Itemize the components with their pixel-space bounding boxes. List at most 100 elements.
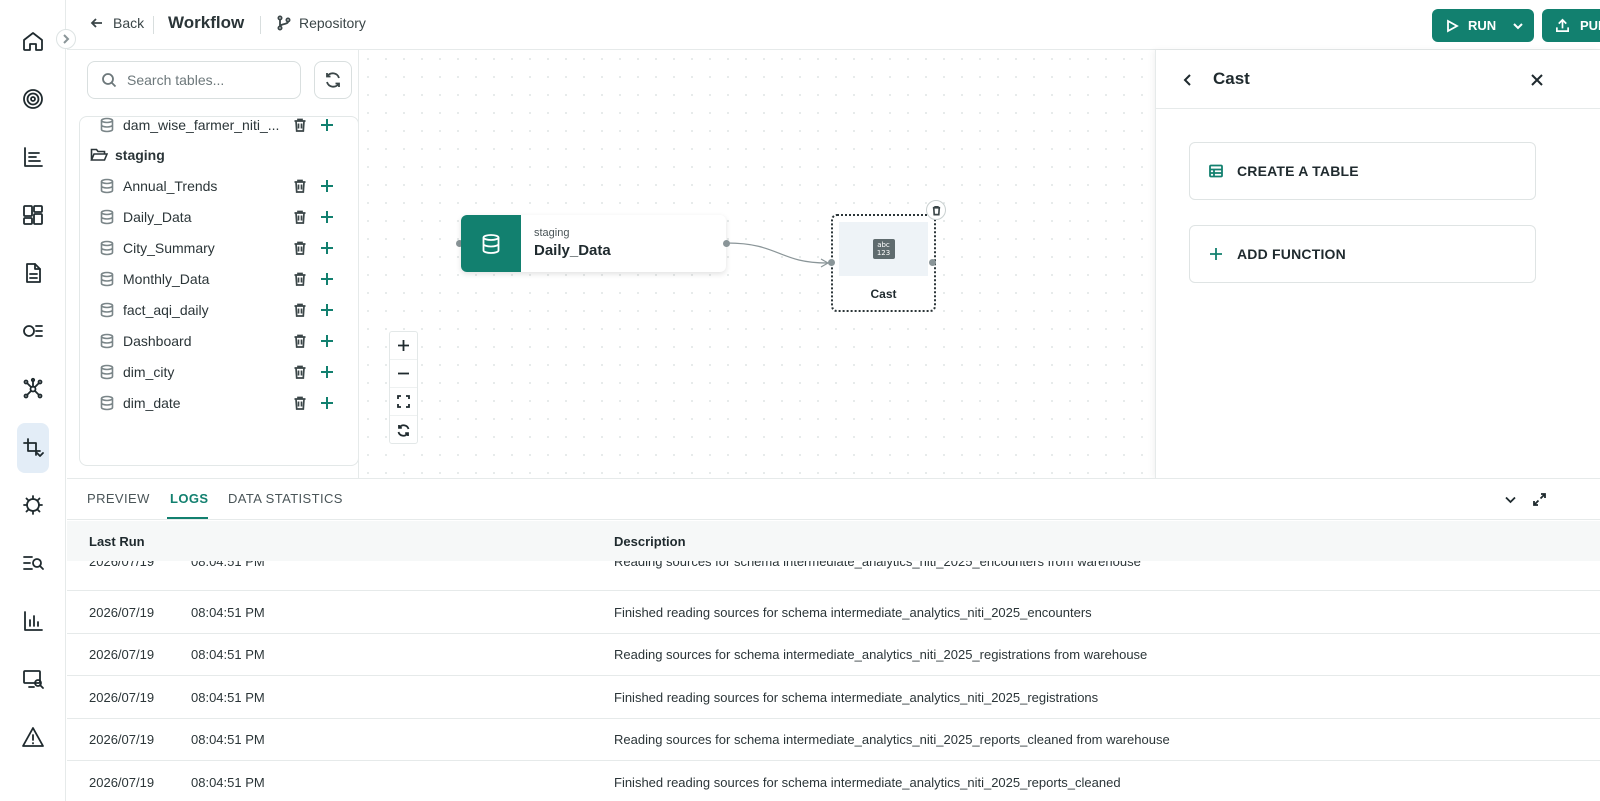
search-input[interactable]	[127, 72, 297, 88]
list-item[interactable]: Dashboard	[80, 327, 358, 355]
trash-icon[interactable]	[292, 395, 308, 411]
plus-icon[interactable]	[319, 395, 335, 411]
zoom-in-button[interactable]	[390, 332, 417, 360]
search-box[interactable]	[87, 61, 301, 99]
add-function-label: ADD FUNCTION	[1237, 246, 1346, 262]
fit-screen-icon	[397, 395, 410, 408]
table-row[interactable]: 2026/07/19 08:04:51 PM Finished reading so…	[67, 676, 1600, 719]
refresh-button[interactable]	[314, 61, 352, 99]
log-description: Finished reading sources for schema inte…	[614, 774, 1121, 790]
trash-icon[interactable]	[292, 178, 308, 194]
table-row[interactable]: 2026/07/19 08:04:51 PM Finished reading so…	[67, 761, 1600, 801]
database-icon	[100, 302, 114, 318]
panel-title: Cast	[1213, 69, 1250, 88]
list-chart-icon[interactable]	[17, 141, 49, 173]
folder-staging[interactable]: staging	[80, 141, 358, 169]
node-output-port[interactable]	[929, 259, 936, 266]
log-time: 08:04:51 PM	[191, 689, 265, 705]
list-item[interactable]: City_Summary	[80, 234, 358, 262]
table-name: Annual_Trends	[123, 178, 218, 194]
plus-icon[interactable]	[319, 333, 335, 349]
cast-node[interactable]: abc 123 Cast	[831, 214, 936, 312]
bar-chart-icon[interactable]	[17, 605, 49, 637]
collapse-toggle[interactable]	[56, 29, 76, 49]
dashboard-icon[interactable]	[17, 199, 49, 231]
table-row[interactable]: 2026/07/19 08:04:51 PM Finished reading so…	[67, 591, 1600, 634]
log-date: 2026/07/19	[89, 561, 155, 569]
warning-icon[interactable]	[17, 721, 49, 753]
tab-data-statistics[interactable]: DATA STATISTICS	[228, 491, 343, 506]
trash-icon[interactable]	[292, 302, 308, 318]
table-row[interactable]: 2026/07/19 08:04:51 PM Reading sources for…	[67, 633, 1600, 676]
panel-header: Cast	[1156, 50, 1600, 109]
node-output-port[interactable]	[723, 240, 730, 247]
logs-table-header: Last Run Description	[67, 521, 1600, 561]
network-icon[interactable]	[17, 373, 49, 405]
tab-logs[interactable]: LOGS	[170, 491, 208, 506]
node-input-port[interactable]	[828, 259, 835, 266]
list-item[interactable]: dim_city	[80, 358, 358, 386]
target-icon[interactable]	[17, 83, 49, 115]
reset-view-button[interactable]	[390, 416, 417, 444]
trash-icon[interactable]	[292, 364, 308, 380]
log-date: 2026/07/19	[89, 689, 155, 705]
source-node[interactable]: staging Daily_Data	[461, 215, 726, 272]
plus-icon[interactable]	[319, 240, 335, 256]
plus-icon[interactable]	[319, 209, 335, 225]
tab-preview[interactable]: PREVIEW	[87, 491, 150, 506]
chevron-left-icon[interactable]	[1180, 72, 1196, 88]
search-icon	[102, 73, 117, 88]
chevron-down-icon[interactable]	[1503, 492, 1518, 507]
table-row[interactable]: 2026/07/19 08:04:51 PM Reading sources for…	[67, 718, 1600, 761]
create-table-button[interactable]: CREATE A TABLE	[1189, 142, 1536, 200]
list-item[interactable]: Daily_Data	[80, 203, 358, 231]
bug-icon[interactable]	[17, 489, 49, 521]
trash-icon[interactable]	[292, 271, 308, 287]
plus-icon[interactable]	[319, 302, 335, 318]
chevron-right-icon	[63, 34, 70, 44]
plus-icon	[398, 340, 409, 351]
trash-icon[interactable]	[292, 240, 308, 256]
list-item[interactable]: Monthly_Data	[80, 265, 358, 293]
zoom-out-button[interactable]	[390, 360, 417, 388]
pipeline-icon[interactable]	[17, 315, 49, 347]
monitor-search-icon[interactable]	[17, 663, 49, 695]
plus-icon[interactable]	[319, 271, 335, 287]
log-description: Reading sources for schema intermediate_…	[614, 561, 1141, 569]
delete-node-button[interactable]	[926, 200, 946, 220]
list-item[interactable]: fact_aqi_daily	[80, 296, 358, 324]
list-item[interactable]: Annual_Trends	[80, 172, 358, 200]
plus-icon[interactable]	[319, 178, 335, 194]
trash-icon[interactable]	[292, 209, 308, 225]
plus-icon[interactable]	[319, 117, 335, 133]
fit-view-button[interactable]	[390, 388, 417, 416]
back-button[interactable]: Back	[89, 15, 144, 31]
zoom-controls	[389, 331, 418, 444]
add-function-button[interactable]: ADD FUNCTION	[1189, 225, 1536, 283]
plus-icon	[1210, 248, 1222, 260]
home-icon[interactable]	[17, 25, 49, 57]
log-description: Reading sources for schema intermediate_…	[614, 647, 1148, 662]
log-time: 08:04:51 PM	[191, 647, 265, 662]
list-item[interactable]: dim_date	[80, 389, 358, 417]
transform-icon[interactable]	[17, 423, 49, 473]
workflow-canvas[interactable]: staging Daily_Data abc 123 Cast	[358, 50, 1155, 478]
publish-button[interactable]: PUBLISH	[1542, 9, 1600, 42]
trash-icon[interactable]	[292, 117, 308, 133]
database-icon	[100, 364, 114, 380]
expand-icon[interactable]	[1532, 492, 1547, 507]
document-icon[interactable]	[17, 257, 49, 289]
play-icon	[1447, 18, 1459, 33]
table-name: dam_wise_farmer_niti_...	[123, 117, 280, 133]
table-row[interactable]: 2026/07/19 08:04:51 PM Reading sources for…	[67, 561, 1600, 591]
repository-link[interactable]: Repository	[276, 15, 366, 31]
log-time: 08:04:51 PM	[191, 604, 265, 620]
close-icon[interactable]	[1529, 72, 1545, 88]
list-item[interactable]: dam_wise_farmer_niti_...	[80, 117, 358, 139]
run-button[interactable]: RUN	[1432, 9, 1534, 42]
plus-icon[interactable]	[319, 364, 335, 380]
chevron-down-icon[interactable]	[1512, 20, 1524, 32]
search-list-icon[interactable]	[17, 547, 49, 579]
trash-icon[interactable]	[292, 333, 308, 349]
page-title: Workflow	[168, 13, 245, 32]
